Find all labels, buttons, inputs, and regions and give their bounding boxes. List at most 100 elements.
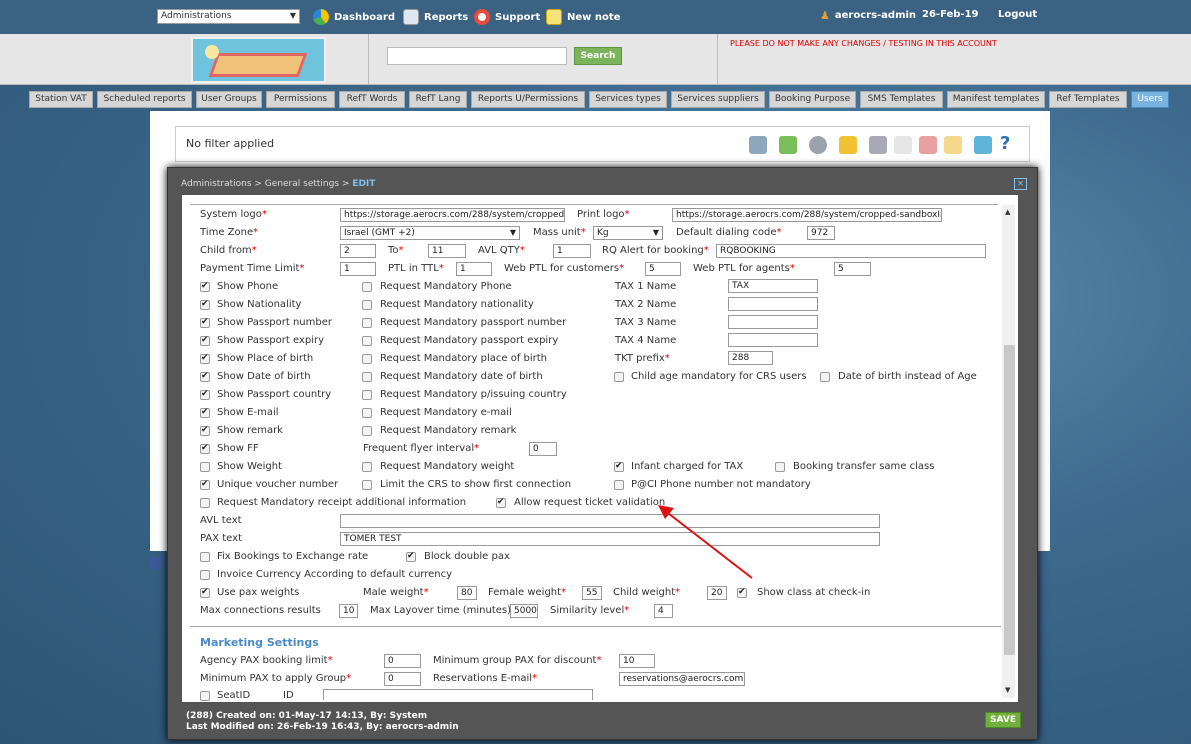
- tab-permissions[interactable]: Permissions: [266, 91, 335, 108]
- show-ff-checkbox[interactable]: [200, 443, 210, 454]
- agency-pax-input[interactable]: 0: [384, 654, 421, 668]
- refresh-icon[interactable]: [974, 136, 992, 154]
- tab-manifest-templates[interactable]: Manifest templates: [947, 91, 1045, 108]
- new-note-link[interactable]: New note: [546, 9, 620, 25]
- to-input[interactable]: 11: [428, 244, 466, 258]
- max-connections-input[interactable]: 10: [339, 604, 358, 618]
- tab-ref-templates[interactable]: Ref Templates: [1049, 91, 1127, 108]
- seat-id-checkbox[interactable]: [200, 691, 210, 701]
- invoice-currency-checkbox[interactable]: [200, 570, 210, 580]
- id-input[interactable]: [323, 689, 593, 700]
- tkt-prefix-input[interactable]: 288: [728, 351, 773, 365]
- save-button[interactable]: SAVE: [985, 712, 1021, 728]
- rq-alert-input[interactable]: RQBOOKING: [716, 244, 986, 258]
- male-weight-input[interactable]: 80: [457, 586, 477, 600]
- req-date-of-birth-checkbox[interactable]: [362, 372, 372, 382]
- tab-booking-purpose[interactable]: Booking Purpose: [769, 91, 856, 108]
- pci-phone-checkbox[interactable]: [614, 480, 624, 490]
- mass-unit-select[interactable]: Kg ▼: [593, 226, 663, 240]
- tab-services-suppliers[interactable]: Services suppliers: [671, 91, 765, 108]
- module-select[interactable]: Administrations ▼: [157, 9, 300, 24]
- shield-icon[interactable]: [839, 136, 857, 154]
- dialing-code-input[interactable]: 972: [807, 226, 835, 240]
- fix-bookings-checkbox[interactable]: [200, 552, 210, 562]
- list-icon[interactable]: [749, 136, 767, 154]
- limit-crs-checkbox[interactable]: [362, 480, 372, 490]
- tab-reft-lang[interactable]: RefT Lang: [409, 91, 467, 108]
- min-group-input[interactable]: 10: [619, 654, 655, 668]
- logout-link[interactable]: Logout: [998, 9, 1037, 20]
- pdf-icon[interactable]: [919, 136, 937, 154]
- print-icon[interactable]: [869, 136, 887, 154]
- female-weight-input[interactable]: 55: [582, 586, 602, 600]
- tax1-input[interactable]: TAX: [728, 279, 818, 293]
- req-issuing-country-checkbox[interactable]: [362, 390, 372, 400]
- tab-services-types[interactable]: Services types: [589, 91, 667, 108]
- req-phone-checkbox[interactable]: [362, 282, 372, 292]
- show-remark-checkbox[interactable]: [200, 425, 210, 436]
- avl-text-input[interactable]: [340, 514, 880, 528]
- close-icon[interactable]: ✕: [1014, 178, 1027, 190]
- help-icon[interactable]: ?: [1000, 133, 1010, 154]
- show-phone-checkbox[interactable]: [200, 281, 210, 292]
- allow-ticket-validation-checkbox[interactable]: [496, 497, 506, 508]
- use-pax-weights-checkbox[interactable]: [200, 587, 210, 598]
- req-weight-checkbox[interactable]: [362, 462, 372, 472]
- min-pax-group-input[interactable]: 0: [384, 672, 421, 686]
- user-menu[interactable]: ♟ aerocrs-admin: [820, 9, 916, 22]
- infant-tax-checkbox[interactable]: [614, 461, 624, 472]
- show-passport-expiry-checkbox[interactable]: [200, 335, 210, 346]
- child-weight-input[interactable]: 20: [707, 586, 727, 600]
- unique-voucher-checkbox[interactable]: [200, 479, 210, 490]
- payment-time-limit-input[interactable]: 1: [340, 262, 376, 276]
- show-place-of-birth-checkbox[interactable]: [200, 353, 210, 364]
- req-place-of-birth-checkbox[interactable]: [362, 354, 372, 364]
- tax3-input[interactable]: [728, 315, 818, 329]
- pax-text-input[interactable]: TOMER TEST: [340, 532, 880, 546]
- export-icon[interactable]: [894, 136, 912, 154]
- system-logo-input[interactable]: https://storage.aerocrs.com/288/system/c…: [340, 208, 565, 222]
- tab-sms-templates[interactable]: SMS Templates: [860, 91, 943, 108]
- reports-link[interactable]: Reports: [403, 9, 468, 25]
- show-class-checkbox[interactable]: [737, 587, 747, 598]
- web-ptl-customers-input[interactable]: 5: [645, 262, 681, 276]
- tab-reft-words[interactable]: RefT Words: [339, 91, 405, 108]
- tax4-input[interactable]: [728, 333, 818, 347]
- web-ptl-agents-input[interactable]: 5: [834, 262, 871, 276]
- req-receipt-checkbox[interactable]: [200, 498, 210, 508]
- req-passport-number-checkbox[interactable]: [362, 318, 372, 328]
- req-email-checkbox[interactable]: [362, 408, 372, 418]
- block-double-pax-checkbox[interactable]: [406, 551, 416, 562]
- show-date-of-birth-checkbox[interactable]: [200, 371, 210, 382]
- show-email-checkbox[interactable]: [200, 407, 210, 418]
- scroll-down-icon[interactable]: ▼: [1005, 686, 1010, 694]
- tab-user-groups[interactable]: User Groups: [196, 91, 262, 108]
- show-weight-checkbox[interactable]: [200, 462, 210, 472]
- facebook-icon[interactable]: [150, 557, 162, 569]
- tab-station-vat[interactable]: Station VAT: [29, 91, 93, 108]
- avl-qty-input[interactable]: 1: [553, 244, 591, 258]
- similarity-input[interactable]: 4: [654, 604, 673, 618]
- dashboard-link[interactable]: Dashboard: [313, 9, 395, 25]
- tab-reports-permissions[interactable]: Reports U/Permissions: [471, 91, 585, 108]
- req-passport-expiry-checkbox[interactable]: [362, 336, 372, 346]
- tab-users[interactable]: Users: [1131, 91, 1169, 108]
- show-passport-number-checkbox[interactable]: [200, 317, 210, 328]
- support-link[interactable]: Support: [474, 9, 540, 25]
- scroll-up-icon[interactable]: ▲: [1005, 208, 1010, 216]
- dob-age-checkbox[interactable]: [820, 372, 830, 382]
- email-icon[interactable]: [944, 136, 962, 154]
- tab-scheduled-reports[interactable]: Scheduled reports: [97, 91, 192, 108]
- time-zone-select[interactable]: Israel (GMT +2) ▼: [340, 226, 520, 240]
- show-passport-country-checkbox[interactable]: [200, 389, 210, 400]
- booking-transfer-checkbox[interactable]: [775, 462, 785, 472]
- child-from-input[interactable]: 2: [340, 244, 376, 258]
- tax2-input[interactable]: [728, 297, 818, 311]
- print-logo-input[interactable]: https://storage.aerocrs.com/288/system/c…: [672, 208, 942, 222]
- ff-interval-input[interactable]: 0: [529, 442, 557, 456]
- child-age-checkbox[interactable]: [614, 372, 624, 382]
- gear-icon[interactable]: [809, 136, 827, 154]
- req-nationality-checkbox[interactable]: [362, 300, 372, 310]
- req-remark-checkbox[interactable]: [362, 426, 372, 436]
- res-email-input[interactable]: reservations@aerocrs.com: [619, 672, 745, 686]
